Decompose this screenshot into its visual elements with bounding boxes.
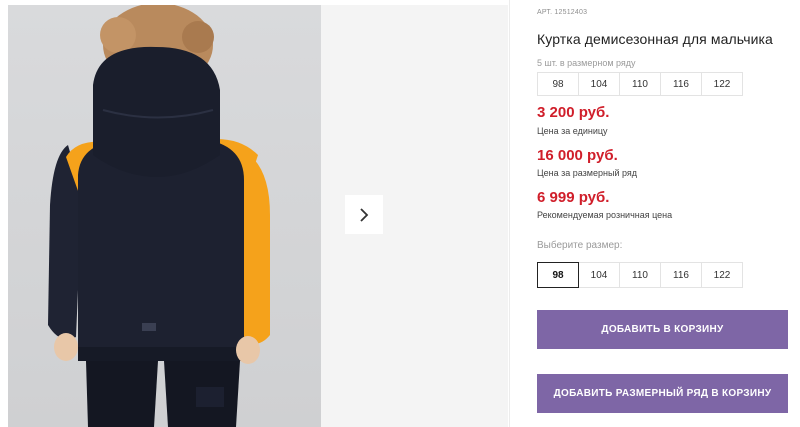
size-selector: 98 104 110 116 122 (537, 262, 743, 288)
size-option-110[interactable]: 110 (619, 262, 661, 288)
chevron-right-icon (360, 207, 369, 222)
add-to-cart-button[interactable]: Добавить в корзину (537, 310, 788, 349)
pack-size-cell: 98 (537, 72, 579, 96)
pack-price-label: Цена за размерный ряд (537, 168, 638, 178)
article-number: АРТ. 12512403 (537, 9, 588, 16)
jacket-photo-illustration (48, 5, 270, 427)
pack-size-cell: 122 (701, 72, 743, 96)
choose-size-label: Выберите размер: (537, 240, 623, 251)
pack-note: 5 шт. в размерном ряду (537, 58, 636, 68)
product-photo[interactable] (8, 5, 321, 427)
size-option-116[interactable]: 116 (660, 262, 702, 288)
panel-divider (509, 0, 510, 427)
gallery-next-button[interactable] (345, 195, 383, 234)
pack-size-row: 98 104 110 116 122 (537, 72, 743, 96)
pack-price: 16 000 руб. (537, 147, 618, 164)
product-info-panel: АРТ. 12512403 Куртка демисезонная для ма… (537, 0, 792, 427)
pack-size-cell: 116 (660, 72, 702, 96)
add-pack-to-cart-button[interactable]: Добавить размерный ряд в корзину (537, 374, 788, 413)
retail-price-label: Рекомендуемая розничная цена (537, 210, 673, 220)
size-option-98[interactable]: 98 (537, 262, 579, 288)
pack-size-cell: 104 (578, 72, 620, 96)
size-option-122[interactable]: 122 (701, 262, 743, 288)
pack-size-cell: 110 (619, 72, 661, 96)
retail-price: 6 999 руб. (537, 189, 610, 206)
size-option-104[interactable]: 104 (578, 262, 620, 288)
unit-price-label: Цена за единицу (537, 126, 608, 136)
product-gallery (0, 0, 508, 427)
product-title: Куртка демисезонная для мальчика (537, 31, 773, 47)
unit-price: 3 200 руб. (537, 104, 610, 121)
